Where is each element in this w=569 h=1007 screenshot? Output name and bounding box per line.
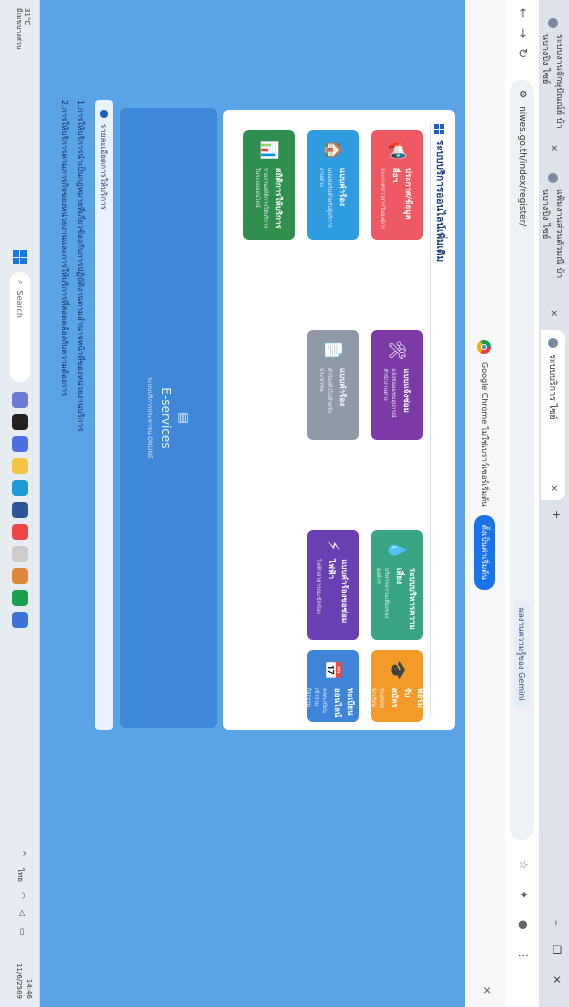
card-announcement[interactable]: 📢 ประกาศ/ข้อมูลสื่อฯ ประกาศข่าวสารในองค์ก… bbox=[371, 130, 423, 240]
edge-icon[interactable] bbox=[12, 480, 28, 496]
file-explorer-icon[interactable] bbox=[12, 458, 28, 474]
tab-title: ระบบบริการ ไซย์ bbox=[547, 354, 557, 420]
language-indicator[interactable]: ไทย bbox=[14, 868, 27, 882]
wrench-icon: 🛠 bbox=[388, 340, 407, 361]
card-repair-request[interactable]: 🛠 แบบแจ้งซ่อม แจ้งซ่อมแซมอุปกรณ์สำนักงานต… bbox=[371, 330, 423, 440]
note-line-2: 2.การให้บริการตามภารกิจของหน่วยงานและการ… bbox=[60, 100, 69, 397]
forward-icon[interactable]: → bbox=[516, 28, 530, 38]
profile-icon[interactable]: ● bbox=[517, 920, 530, 930]
megaphone-icon: 📢 bbox=[388, 140, 407, 160]
close-icon[interactable]: ✕ bbox=[548, 484, 558, 492]
chrome-icon bbox=[477, 340, 492, 354]
tab-1[interactable]: ระบบงานจักษุปัณณ์ย์ บ้านบางปิง ไซย์ ✕ bbox=[540, 10, 565, 160]
address-bar: ← → ↻ ⚙ niwes.go.th/index/register/ ผลงา… bbox=[504, 0, 539, 1007]
gemini-chip[interactable]: ผลงานความรู้ของ Gemini bbox=[514, 600, 530, 709]
line-icon[interactable] bbox=[12, 590, 28, 606]
note-line-1: 1.การให้บริการนำเป็นกฎหมายที่เกี่ยวข้องก… bbox=[76, 100, 85, 432]
close-icon[interactable]: ✕ bbox=[548, 309, 558, 317]
clipboard-icon: ▤ bbox=[177, 412, 192, 424]
taskbar: 31°C มีเมฆบางส่วน ⌕ Search ^ ไทย ◠ ◁ ▭ 1… bbox=[0, 0, 40, 1007]
card-risk-management[interactable]: 💧 ระบบบริหารความเสี่ยง บริหารความเสี่ยงขอ… bbox=[371, 530, 423, 640]
app-icon[interactable] bbox=[12, 546, 28, 562]
favicon-icon bbox=[548, 18, 558, 28]
teams-icon[interactable] bbox=[12, 436, 28, 452]
info-dot-icon bbox=[100, 110, 108, 118]
start-button[interactable] bbox=[13, 250, 27, 264]
url-bar[interactable]: ⚙ niwes.go.th/index/register/ bbox=[510, 80, 534, 840]
card-registration-form[interactable]: 🎓 แบบฟอร์มรับสมัคร รับสมัครนักเรียนเข้าศึ… bbox=[355, 650, 439, 722]
favicon-icon bbox=[548, 338, 558, 348]
graduation-cap-icon: 🎓 bbox=[388, 660, 407, 680]
service-details-label: รายละเอียดการให้บริการ bbox=[99, 124, 109, 210]
taskbar-search[interactable]: ⌕ Search bbox=[10, 272, 30, 382]
tab-2[interactable]: แฟ้มงานส่วนตัวมณี บ้านบางปิง ไซย์ ✕ bbox=[540, 165, 565, 325]
default-browser-infobar: Google Chrome ไม่ใช่เบราว์เซอร์เริ่มต้น … bbox=[464, 0, 505, 1007]
droplet-icon: 💧 bbox=[388, 540, 407, 560]
back-icon[interactable]: ← bbox=[516, 8, 530, 18]
card-request-form[interactable]: 🏠 แบบคำร้อง แบบฟอร์มสำหรับผู้บริการงานต่า… bbox=[307, 130, 359, 240]
document-icon: 📄 bbox=[324, 340, 343, 360]
firefox-icon[interactable] bbox=[12, 568, 28, 584]
set-default-button[interactable]: ตั้งเป็นค่าเริ่มต้น bbox=[474, 514, 495, 590]
site-info-icon[interactable]: ⚙ bbox=[517, 90, 527, 98]
maximize-icon[interactable]: ❐ bbox=[550, 945, 563, 955]
wifi-icon[interactable]: ◠ bbox=[18, 892, 27, 899]
eservices-banner[interactable]: ▤ E-services ระบบบริการประชาชน ONLINE bbox=[120, 108, 217, 728]
card-general-request[interactable]: 📄 แบบคำร้อง คำร้องทั่วไปสำหรับประชาชน bbox=[307, 330, 359, 440]
app-icon[interactable] bbox=[12, 524, 28, 540]
star-icon[interactable]: ☆ bbox=[517, 860, 530, 870]
house-icon: 🏠 bbox=[324, 140, 343, 160]
eservices-subtitle: ระบบบริการประชาชน ONLINE bbox=[146, 377, 154, 459]
store-icon[interactable] bbox=[12, 502, 28, 518]
services-panel: ระบบบริการออนไลน์เพิ่มเติม 📢 ประกาศ/ข้อม… bbox=[223, 110, 455, 730]
calendar-icon: 📅 bbox=[324, 660, 343, 680]
lightning-icon: ⚡ bbox=[324, 540, 343, 552]
rotated-screen: ระบบงานจักษุปัณณ์ย์ บ้านบางปิง ไซย์ ✕ แฟ… bbox=[0, 0, 569, 1007]
close-icon[interactable]: ✕ bbox=[480, 986, 493, 995]
grid-icon bbox=[434, 124, 445, 134]
chevron-up-icon[interactable]: ^ bbox=[18, 850, 27, 857]
card-electric-repair[interactable]: ⚡ แบบคำร้องขอซ่อมไฟฟ้า ไฟฟ้าสาธารณะขัดข้อ… bbox=[307, 530, 359, 640]
divider bbox=[430, 124, 431, 716]
tab-3-active[interactable]: ระบบบริการ ไซย์ ✕ bbox=[541, 330, 565, 500]
service-details-bar: รายละเอียดการให้บริการ bbox=[95, 100, 113, 730]
search-icon: ⌕ bbox=[16, 280, 25, 285]
reload-icon[interactable]: ↻ bbox=[516, 48, 530, 58]
close-window-icon[interactable]: ✕ bbox=[550, 975, 563, 984]
app-icon[interactable] bbox=[12, 392, 28, 408]
tab-strip: ระบบงานจักษุปัณณ์ย์ บ้านบางปิง ไซย์ ✕ แฟ… bbox=[539, 0, 569, 1007]
section-title: ระบบบริการออนไลน์เพิ่มเติม bbox=[432, 124, 447, 262]
clock[interactable]: 14:46 11/6/2569 bbox=[13, 963, 33, 999]
chrome-taskbar-icon[interactable] bbox=[12, 612, 28, 628]
weather-widget[interactable]: 31°C มีเมฆบางส่วน bbox=[14, 8, 31, 50]
task-view-icon[interactable] bbox=[12, 414, 28, 430]
tab-title: แฟ้มงานส่วนตัวมณี บ้านบางปิง ไซย์ bbox=[540, 189, 564, 279]
url-text: niwes.go.th/index/register/ bbox=[517, 106, 527, 227]
volume-icon[interactable]: ◁ bbox=[18, 910, 27, 916]
eservices-title: E-services bbox=[159, 387, 174, 449]
tab-title: ระบบงานจักษุปัณณ์ย์ บ้านบางปิง ไซย์ bbox=[540, 34, 564, 129]
chart-icon: 📊 bbox=[260, 140, 279, 160]
infobar-message: Google Chrome ไม่ใช่เบราว์เซอร์เริ่มต้น bbox=[480, 362, 489, 507]
menu-icon[interactable]: ⋮ bbox=[517, 950, 530, 961]
minimize-icon[interactable]: – bbox=[550, 920, 563, 926]
battery-icon[interactable]: ▭ bbox=[18, 928, 27, 936]
page-content: ระบบบริการออนไลน์เพิ่มเติม 📢 ประกาศ/ข้อม… bbox=[40, 0, 465, 1007]
card-statistics[interactable]: 📊 สถิติการให้บริการ รายงานสถิติการให้บริก… bbox=[243, 130, 295, 240]
new-tab-button[interactable]: + bbox=[550, 510, 563, 519]
extensions-icon[interactable]: ✦ bbox=[517, 890, 530, 899]
close-icon[interactable]: ✕ bbox=[548, 144, 558, 152]
favicon-icon bbox=[548, 173, 558, 183]
card-online-registration[interactable]: 📅 ลงทะเบียนออนไลน์ ลงทะเบียนเข้าร่วมกิจกร… bbox=[297, 650, 368, 722]
